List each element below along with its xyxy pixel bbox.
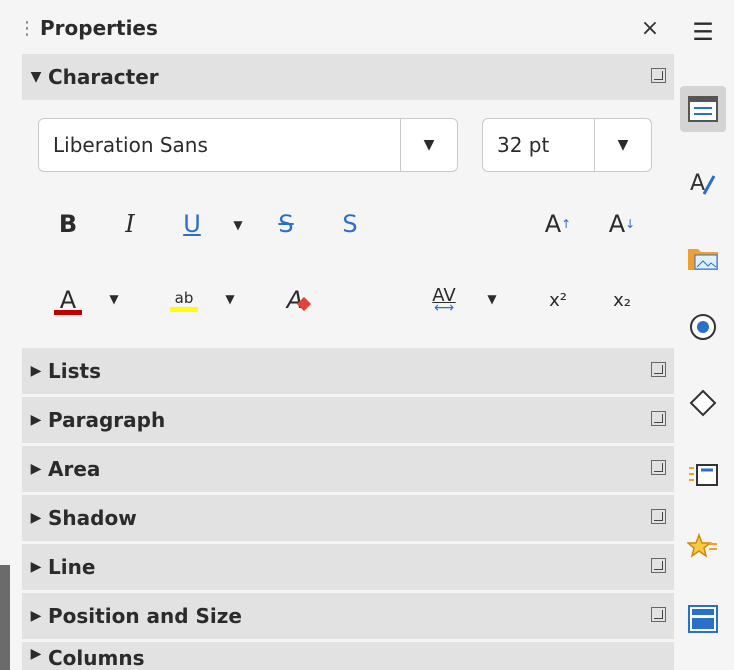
section-position-and-size[interactable]: ▶ Position and Size [22,593,678,639]
section-label: Columns [48,646,145,670]
chevron-down-icon[interactable]: ▼ [594,119,651,171]
strikethrough-button[interactable]: S [268,204,304,244]
chevron-right-icon: ▶ [30,412,42,428]
more-options-icon[interactable] [650,362,666,378]
chevron-right-icon: ▶ [30,559,42,575]
grip-icon[interactable]: ⋮ [18,18,36,39]
section-area[interactable]: ▶ Area [22,446,678,492]
chevron-right-icon: ▶ [30,461,42,477]
bold-button[interactable]: B [50,204,86,244]
more-options-icon[interactable] [650,558,666,574]
underline-button[interactable]: U [174,204,210,244]
shapes-icon[interactable] [680,380,726,426]
left-edge-handle[interactable] [0,565,10,670]
clear-formatting-button[interactable]: A [280,280,316,320]
chevron-down-icon[interactable]: ▼ [222,292,238,306]
section-label: Area [48,457,101,481]
section-label: Paragraph [48,408,166,432]
section-shadow[interactable]: ▶ Shadow [22,495,678,541]
section-label: Line [48,555,96,579]
chevron-down-icon[interactable]: ▼ [106,292,122,306]
animation-icon[interactable] [680,524,726,570]
panel-titlebar: ⋮ Properties × [10,8,670,48]
shrink-font-button[interactable]: A ↓ [604,204,640,244]
section-columns[interactable]: ▶ Columns [22,642,678,670]
chevron-right-icon: ▶ [30,646,42,662]
italic-button[interactable]: I [112,204,148,244]
chevron-down-icon[interactable]: ▼ [484,292,500,306]
navigator-icon[interactable] [680,304,726,350]
more-options-icon[interactable] [650,68,666,84]
section-paragraph[interactable]: ▶ Paragraph [22,397,678,443]
arrows-icon: ⟷ [433,299,455,316]
section-label: Position and Size [48,604,242,628]
shrink-font-label: A [608,210,626,238]
chevron-down-icon[interactable]: ▼ [400,119,457,171]
highlight-bar [170,306,198,312]
close-icon[interactable]: × [638,16,662,41]
more-options-icon[interactable] [650,509,666,525]
panel-title: Properties [40,16,158,40]
more-options-icon[interactable] [650,460,666,476]
master-slides-icon[interactable] [680,596,726,642]
font-name-combo[interactable]: Liberation Sans ▼ [38,118,458,172]
section-label: Lists [48,359,101,383]
chevron-right-icon: ▶ [30,363,42,379]
font-color-button[interactable]: A [50,280,86,320]
more-options-icon[interactable] [650,411,666,427]
chevron-right-icon: ▶ [30,510,42,526]
section-label: Shadow [48,506,137,530]
font-size-value[interactable]: 32 pt [483,133,594,157]
chevron-down-icon[interactable]: ▼ [230,218,246,232]
section-label: Character [48,65,159,89]
sidebar-tab-bar: ☰ A [674,0,734,670]
chevron-down-icon: ▼ [30,69,42,85]
grow-font-label: A [544,210,562,238]
section-character[interactable]: ▼ Character [22,54,678,100]
font-size-combo[interactable]: 32 pt ▼ [482,118,652,172]
more-options-icon[interactable] [650,607,666,623]
font-name-value[interactable]: Liberation Sans [39,133,400,157]
styles-icon[interactable]: A [680,160,726,206]
properties-panel: ⋮ Properties × ▼ Character Liberation Sa… [10,0,678,670]
character-spacing-button[interactable]: AV ⟷ [426,280,462,320]
highlight-button[interactable]: ab [166,280,202,320]
chevron-right-icon: ▶ [30,608,42,624]
font-color-bar [54,309,82,315]
subscript-button[interactable]: x₂ [604,280,640,320]
svg-text:A: A [690,171,705,196]
section-lists[interactable]: ▶ Lists [22,348,678,394]
grow-font-button[interactable]: A ↑ [540,204,576,244]
shadow-button[interactable]: S [332,204,368,244]
slide-transition-icon[interactable] [680,452,726,498]
highlight-label: ab [174,288,194,307]
section-line[interactable]: ▶ Line [22,544,678,590]
superscript-button[interactable]: x² [540,280,576,320]
properties-icon[interactable] [680,86,726,132]
gallery-icon[interactable] [680,234,726,280]
sidebar-menu-icon[interactable]: ☰ [680,12,726,52]
